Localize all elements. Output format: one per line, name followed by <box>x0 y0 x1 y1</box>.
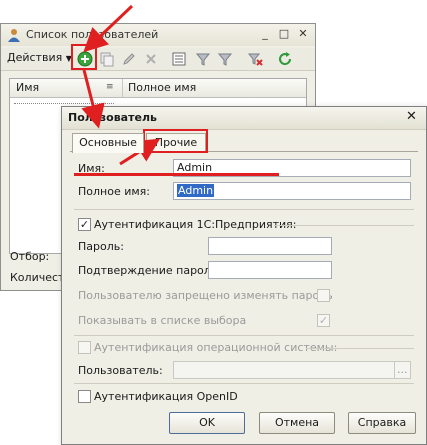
arrow-to-add-button <box>83 4 134 53</box>
annotation-arrows <box>81 4 161 166</box>
tab-main-label: Основные <box>79 136 137 149</box>
arrow-to-dialog <box>81 69 105 129</box>
tab-main[interactable]: Основные <box>72 133 144 153</box>
